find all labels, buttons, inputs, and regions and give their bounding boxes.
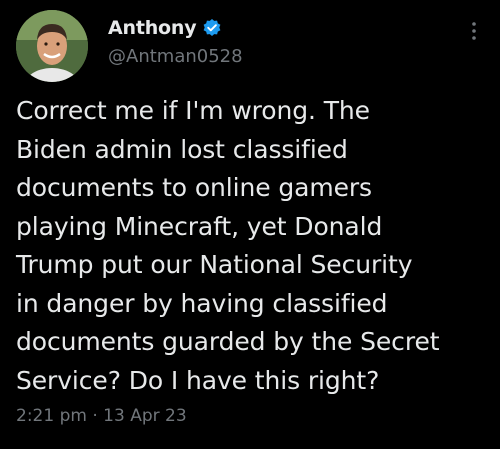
- avatar-image: [16, 10, 88, 82]
- meta-separator: ·: [92, 406, 98, 426]
- author-info: Anthony @Antman0528: [108, 14, 243, 67]
- display-name[interactable]: Anthony: [108, 17, 197, 39]
- tweet-text-line: playing Minecraft, yet Donald: [16, 211, 383, 241]
- tweet-text-line: documents guarded by the Secret: [16, 327, 440, 356]
- tweet-text-line: Service? Do I have this right?: [16, 365, 380, 395]
- tweet-text-line: documents to online gamers: [16, 173, 372, 202]
- more-options-icon[interactable]: [470, 20, 478, 42]
- tweet-card: Anthony @Antman0528 Correct me if I'm wr…: [0, 0, 500, 449]
- tweet-text-line: Trump put our National Security: [16, 250, 413, 279]
- verified-badge-icon: [202, 18, 222, 38]
- tweet-text-line: in danger by having classified: [16, 288, 388, 318]
- tweet-text-line: Correct me if I'm wrong. The: [16, 96, 370, 125]
- avatar[interactable]: [16, 10, 88, 82]
- tweet-text-line: Biden admin lost classified: [16, 134, 348, 164]
- tweet-timestamp[interactable]: 2:21 pm · 13 Apr 23: [16, 406, 187, 426]
- tweet-time: 2:21 pm: [16, 406, 87, 426]
- tweet-date: 13 Apr 23: [103, 406, 187, 426]
- name-row: Anthony: [108, 14, 243, 42]
- user-handle[interactable]: @Antman0528: [108, 46, 243, 67]
- tweet-text: Correct me if I'm wrong. The Biden admin…: [16, 92, 492, 400]
